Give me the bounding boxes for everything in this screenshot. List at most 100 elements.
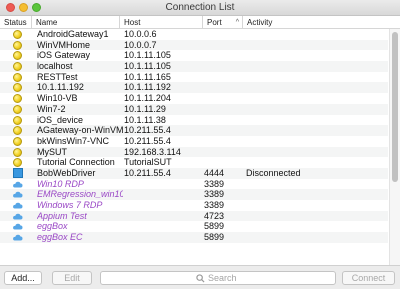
name-cell: RESTTest	[37, 71, 78, 82]
activity-cell	[246, 232, 386, 243]
host-cell	[124, 221, 204, 232]
host-cell: 10.1.11.38	[124, 114, 166, 125]
status-cell	[0, 211, 32, 222]
column-header-activity[interactable]: Activity	[243, 16, 390, 29]
host-cell: 10.1.11.165	[124, 71, 171, 82]
name-cell: AGateway-on-WinVM1	[37, 125, 123, 136]
table-row[interactable]: bkWinsWin7-VNC 10.211.55.4	[0, 136, 388, 147]
name-cell: eggBox EC	[37, 232, 83, 243]
activity-cell	[246, 29, 386, 40]
port-cell: 3389	[204, 178, 225, 189]
activity-cell	[246, 157, 386, 168]
search-field[interactable]: Search	[100, 271, 336, 285]
yellow-status-icon	[13, 51, 22, 61]
yellow-status-icon	[13, 94, 22, 104]
name-cell: MySUT	[37, 146, 67, 157]
host-cell	[124, 211, 204, 222]
yellow-status-icon	[13, 30, 22, 39]
port-cell: 4723	[204, 210, 225, 221]
search-icon	[196, 274, 205, 283]
table-row[interactable]: EMRegression_win10 3389	[0, 189, 388, 200]
host-cell: 10.0.0.6	[124, 29, 157, 39]
host-cell: 10.211.55.4	[124, 167, 171, 178]
status-cell	[0, 189, 32, 200]
port-cell	[204, 61, 242, 72]
table-row[interactable]: Tutorial Connection TutorialSUT	[0, 157, 388, 168]
activity-cell	[246, 82, 386, 93]
activity-cell	[246, 136, 386, 147]
cloud-icon	[13, 181, 23, 188]
status-cell	[0, 232, 32, 243]
host-cell	[124, 179, 204, 190]
activity-cell	[246, 61, 386, 72]
table-row[interactable]: BobWebDriver 10.211.55.4 4444 Disconnected	[0, 167, 388, 179]
column-header-port[interactable]: Port ^	[203, 16, 243, 29]
table-row[interactable]: eggBox 5899	[0, 221, 388, 232]
table-row[interactable]: eggBox EC 5899	[0, 232, 388, 243]
table-header: Status Name Host Port ^ Activity	[0, 16, 400, 29]
table-row[interactable]: AndroidGateway1 10.0.0.6	[0, 29, 388, 40]
port-cell	[204, 125, 242, 136]
table-row[interactable]: Win10 RDP 3389	[0, 179, 388, 190]
port-cell	[204, 72, 242, 83]
add-button[interactable]: Add...	[4, 271, 42, 285]
name-cell: Win10-VB	[37, 93, 78, 104]
table-row[interactable]: Appium Test 4723	[0, 210, 388, 222]
search-placeholder: Search	[208, 273, 237, 283]
table-row[interactable]: RESTTest 10.1.11.165	[0, 72, 388, 83]
host-cell: 10.211.55.4	[124, 125, 171, 136]
table-row[interactable]: Win7-2 10.1.11.29	[0, 103, 388, 115]
table-row[interactable]: WinVMHome 10.0.0.7	[0, 39, 388, 51]
table-row[interactable]: AGateway-on-WinVM1 10.211.55.4	[0, 125, 388, 136]
yellow-status-icon	[13, 104, 22, 114]
activity-cell	[246, 72, 386, 83]
sort-ascending-icon: ^	[235, 19, 239, 26]
status-cell	[0, 29, 32, 40]
port-cell: 4444	[204, 167, 225, 178]
table-row[interactable]: localhost 10.1.11.105	[0, 61, 388, 72]
status-cell	[0, 40, 32, 51]
port-cell	[204, 136, 242, 147]
column-header-port-label: Port	[207, 18, 222, 27]
name-cell: Tutorial Connection	[37, 157, 115, 168]
port-cell	[204, 115, 242, 126]
connection-table: Status Name Host Port ^ Activity Android…	[0, 16, 400, 265]
title-bar: Connection List	[0, 0, 400, 16]
edit-button[interactable]: Edit	[52, 271, 92, 285]
yellow-status-icon	[13, 83, 22, 93]
name-cell: Appium Test	[37, 210, 87, 221]
activity-cell	[246, 104, 386, 115]
cloud-icon	[13, 192, 23, 198]
port-cell	[204, 93, 242, 104]
name-cell: Win7-2	[37, 103, 66, 114]
activity-cell	[246, 115, 386, 126]
table-row[interactable]: 10.1.11.192 10.1.11.192	[0, 82, 388, 94]
status-cell	[0, 115, 32, 126]
table-row[interactable]: Win10-VB 10.1.11.204	[0, 93, 388, 104]
vertical-scrollbar[interactable]	[389, 29, 400, 265]
status-cell	[0, 168, 32, 179]
table-row[interactable]: iOS Gateway 10.1.11.105	[0, 50, 388, 61]
activity-cell	[246, 211, 386, 222]
column-header-name[interactable]: Name	[32, 16, 120, 29]
status-cell	[0, 221, 32, 232]
connect-button[interactable]: Connect	[342, 271, 395, 285]
status-cell	[0, 61, 32, 72]
name-cell: EMRegression_win10	[37, 189, 123, 200]
name-cell: Windows 7 RDP	[37, 200, 103, 210]
status-cell	[0, 179, 32, 190]
host-cell: 10.0.0.7	[124, 39, 157, 50]
activity-cell	[246, 125, 386, 136]
port-cell	[204, 40, 242, 51]
activity-cell: Disconnected	[246, 167, 301, 178]
column-header-host[interactable]: Host	[120, 16, 203, 29]
activity-cell	[246, 200, 386, 211]
scrollbar-thumb[interactable]	[392, 32, 398, 182]
table-row[interactable]: Windows 7 RDP 3389	[0, 200, 388, 211]
port-cell	[204, 157, 242, 168]
yellow-status-icon	[13, 72, 22, 82]
table-row[interactable]: MySUT 192.168.3.114	[0, 146, 388, 158]
column-header-status[interactable]: Status	[0, 16, 32, 29]
port-cell	[204, 147, 242, 158]
table-row[interactable]: iOS_device 10.1.11.38	[0, 115, 388, 126]
